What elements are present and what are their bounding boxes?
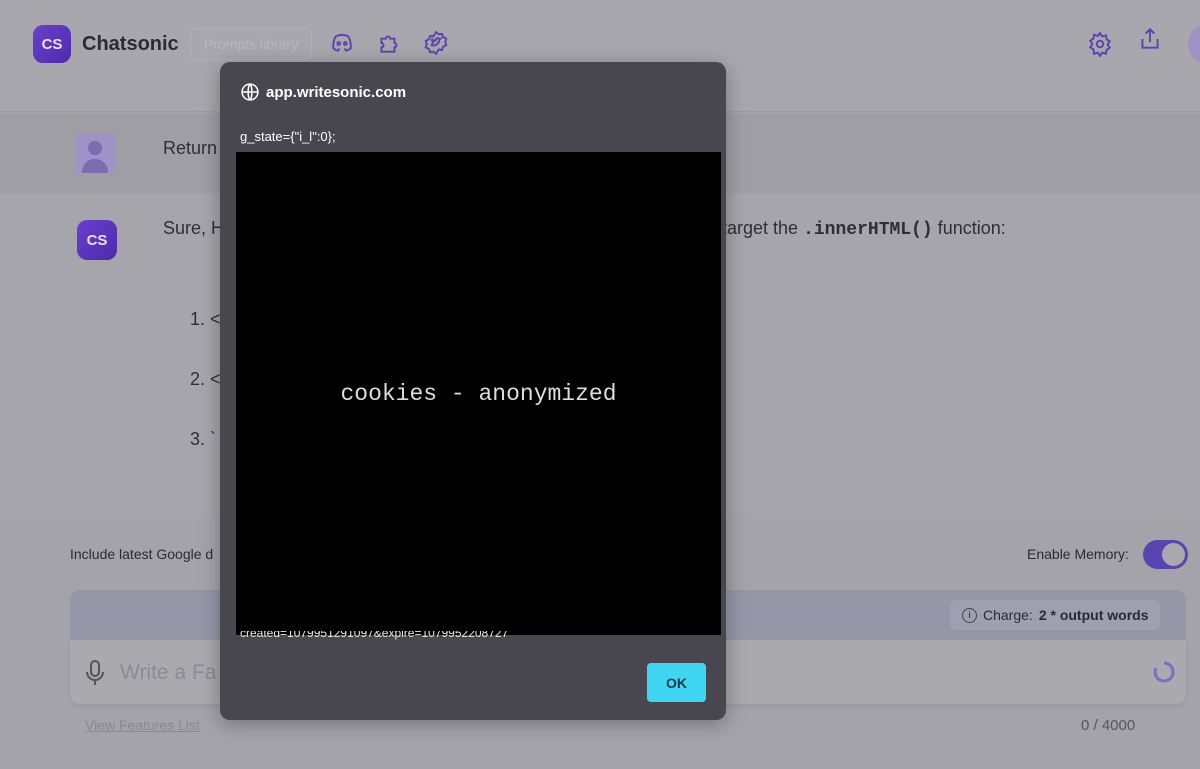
character-counter: 0 / 4000	[1081, 717, 1136, 734]
twitter-badge-icon[interactable]	[423, 30, 449, 56]
user-avatar[interactable]	[1188, 24, 1200, 64]
user-avatar-icon	[75, 133, 115, 173]
bot-message-start: Sure, H	[163, 218, 225, 238]
info-icon: i	[962, 607, 977, 623]
memory-toggle[interactable]	[1143, 540, 1188, 569]
charge-badge: i Charge: 2 * output words	[950, 600, 1161, 630]
ok-button[interactable]: OK	[647, 663, 706, 702]
enable-memory-label: Enable Memory:	[1027, 546, 1129, 562]
user-message: Return	[163, 138, 218, 158]
dialog-site: app.writesonic.com	[266, 83, 407, 101]
bot-text-tail: function:	[937, 218, 1006, 238]
chatsonic-logo[interactable]: CS	[33, 25, 71, 63]
redacted-block: cookies - anonymized	[236, 152, 721, 635]
cookie-text: g_state={"i_l":0};	[240, 129, 336, 144]
charge-value: 2 * output words	[1038, 607, 1149, 623]
globe-icon	[241, 83, 259, 101]
share-icon[interactable]	[1137, 26, 1163, 52]
charge-label: Charge:	[983, 607, 1033, 623]
list-item: 1. <	[190, 309, 221, 329]
bot-message-end: target the .innerHTML() function:	[722, 218, 1006, 240]
cookie-text-tail: created=1079951291097&expire=10799522087…	[240, 631, 509, 640]
gear-icon[interactable]	[1087, 31, 1113, 57]
prompts-library-button[interactable]: Prompts library	[190, 28, 312, 60]
view-features-link[interactable]: View Features List	[85, 717, 200, 733]
loading-spinner-icon	[1153, 661, 1175, 683]
list-item: 2. <	[190, 369, 221, 389]
list-item: 3. `	[190, 429, 217, 449]
cookie-alert-dialog: app.writesonic.com g_state={"i_l":0}; co…	[220, 62, 726, 720]
bot-text: target the	[722, 218, 799, 238]
inline-code: .innerHTML()	[803, 220, 933, 240]
microphone-icon[interactable]	[85, 659, 105, 687]
brand-name: Chatsonic	[82, 33, 179, 55]
puzzle-icon[interactable]	[376, 30, 402, 56]
chatsonic-avatar: CS	[77, 220, 117, 260]
discord-icon[interactable]	[329, 30, 355, 56]
dialog-title: app.writesonic.com	[240, 82, 406, 102]
google-search-label: Include latest Google d	[70, 546, 214, 562]
